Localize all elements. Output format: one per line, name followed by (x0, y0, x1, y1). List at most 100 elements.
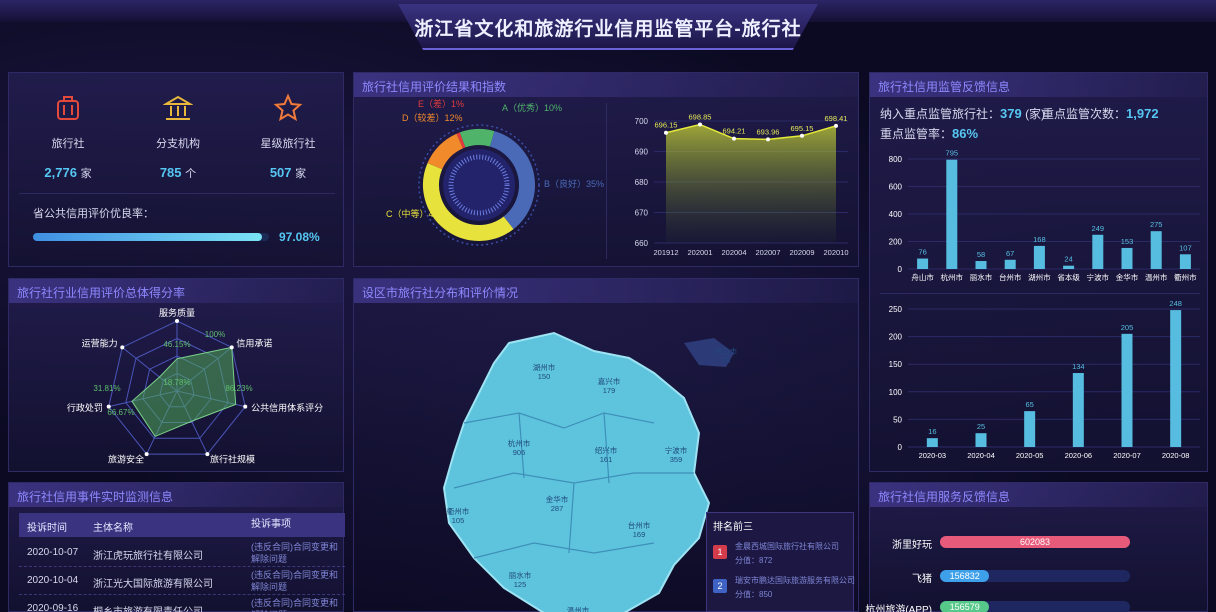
bar[interactable] (1024, 411, 1036, 447)
x-tick-label: 2020-07 (1113, 451, 1141, 460)
panel-title: 旅行社信用服务反馈信息 (870, 483, 1207, 507)
radar-value-label: 86.23% (225, 384, 252, 393)
donut-slice[interactable] (456, 132, 466, 149)
y-tick-label: 680 (635, 178, 649, 187)
stat-value: 785 个 (159, 165, 197, 180)
event-issue: (违反合同)合同变更和解除问题 (251, 542, 338, 564)
radar-value-label: 66.67% (107, 408, 134, 417)
bar[interactable] (1170, 310, 1182, 447)
rank-number: 2 (713, 579, 727, 593)
map-city-label[interactable]: 宁波市 359 (656, 446, 696, 464)
radar-axis-label: 信用承诺 (236, 338, 272, 349)
bar[interactable] (1150, 231, 1162, 269)
donut-label: A（优秀）10% (502, 102, 562, 113)
bar-value-label: 275 (1150, 220, 1163, 229)
rating-donut-chart: A（优秀）10% B（良好）35% C（中等）42% D（较差）12% E（差）1% (386, 99, 604, 246)
data-point (766, 137, 770, 142)
bar[interactable] (1092, 234, 1104, 269)
service-bar-fill: 156579 (940, 601, 990, 612)
table-row[interactable]: 2020-09-16 桐乡市旅游有限责任公司 (违反合同)合同变更和解除问题 (19, 595, 345, 612)
radar-axis-dot (229, 345, 234, 350)
rank-top3-box: 排名前三 1 金晨西城国际旅行社有限公司 分值：872 2 瑞安市鹏达国际旅游服… (706, 512, 855, 612)
radar-axis-label: 公共信用体系评分 (251, 402, 323, 413)
city-count: 161 (599, 455, 613, 464)
column-header: 主体名称 (93, 523, 133, 534)
bar[interactable] (1179, 254, 1191, 269)
stat-value: 2,776 家 (44, 165, 92, 180)
y-tick-label: 400 (889, 210, 903, 219)
donut-label: E（差）1% (418, 99, 464, 109)
header: 浙江省文化和旅游行业信用监管平台-旅行社 (0, 0, 1216, 62)
y-tick-label: 670 (635, 209, 649, 218)
bar-value-label: 65 (1025, 400, 1033, 409)
kpi-monitor-count: 重点监管次数：1,972 (1042, 106, 1159, 121)
x-tick-label: 2020-05 (1016, 451, 1044, 460)
radar-value-label: 18.78% (163, 378, 190, 387)
x-tick-label: 台州市 (999, 272, 1022, 282)
radar-axis-dot (243, 404, 248, 409)
bar[interactable] (926, 438, 938, 447)
stat-value: 507 家 (269, 165, 307, 180)
map-city-label[interactable]: 温州市253 (558, 606, 598, 612)
y-tick-label: 50 (893, 415, 902, 424)
table-row[interactable]: 2020-10-04 浙江光大国际旅游有限公司 (违反合同)合同变更和解除问题 (19, 567, 345, 595)
radar-axis-dot (120, 345, 125, 350)
map-city-label[interactable]: 金华市 287 (537, 495, 577, 513)
monthly-bar-chart: 250 200 150 100 50 0 16 2020-03 25 2020-04 65 2020-… (889, 299, 1200, 460)
bar[interactable] (1033, 245, 1045, 269)
y-tick-label: 800 (889, 155, 903, 164)
bar[interactable] (975, 261, 987, 269)
city-name: 湖州市 (532, 363, 556, 372)
x-tick-label: 舟山市 (911, 272, 934, 282)
event-date: 2020-10-04 (27, 575, 79, 586)
line-area (666, 124, 836, 243)
city-count: 76 (721, 356, 731, 365)
bar[interactable] (1004, 259, 1016, 269)
x-tick-label: 2020-06 (1065, 451, 1093, 460)
x-tick-label: 202010 (823, 248, 848, 257)
event-date: 2020-10-07 (27, 547, 79, 558)
panel-title: 旅行社行业信用评价总体得分率 (9, 279, 343, 303)
data-point (800, 133, 804, 138)
bar[interactable] (1121, 247, 1133, 269)
city-name: 绍兴市 (594, 446, 618, 455)
city-count: 125 (513, 580, 527, 589)
map-city-label[interactable]: 嘉兴市 179 (589, 377, 629, 395)
y-tick-label: 0 (898, 265, 903, 274)
map-city-label[interactable]: 湖州市 150 (524, 363, 564, 381)
donut-slice[interactable] (459, 129, 495, 148)
table-header: 投诉时间 主体名称 投诉事项 (19, 513, 345, 537)
bar[interactable] (1072, 373, 1084, 447)
x-tick-label: 省本级 (1057, 272, 1080, 282)
bar[interactable] (975, 433, 987, 447)
data-label: 698.41 (825, 114, 848, 123)
map-city-label[interactable]: 绍兴市 161 (586, 446, 626, 464)
radar-value-label: 100% (205, 330, 225, 339)
y-tick-label: 200 (889, 333, 903, 342)
bar-value-label: 24 (1064, 255, 1072, 264)
table-row[interactable]: 2020-10-07 浙江虎玩旅行社有限公司 (违反合同)合同变更和解除问题 (19, 539, 345, 567)
bar-value-label: 153 (1121, 237, 1134, 246)
data-label: 696.15 (655, 121, 678, 130)
index-line-chart: 700 690 680 670 660 696.15 201912 698.85 202001 6… (635, 113, 849, 257)
bar[interactable] (946, 159, 958, 269)
map-city-label[interactable]: 舟山市 76 (706, 347, 746, 365)
bar-value-label: 25 (977, 422, 985, 431)
radar-series-area (131, 346, 237, 438)
data-label: 695.15 (791, 124, 814, 133)
data-label: 694.21 (723, 127, 746, 136)
map-city-label[interactable]: 丽水市 125 (500, 571, 540, 589)
map-city-label[interactable]: 杭州市 906 (499, 439, 539, 457)
donut-label: C（中等）42% (386, 208, 447, 219)
rate-value: 97.08% (279, 230, 320, 244)
service-bar-track: 156832 (940, 570, 1130, 582)
bar[interactable] (1121, 333, 1133, 447)
map-city-label[interactable]: 台州市 169 (619, 521, 659, 539)
map-city-label[interactable]: 衢州市 105 (438, 507, 478, 525)
bar[interactable] (917, 258, 929, 269)
event-date: 2020-09-16 (27, 603, 79, 612)
city-bar-chart: 800 600 400 200 0 76 舟山市 795 杭州市 58 丽水市 67 台州市 168 湖州市… (889, 149, 1200, 282)
y-tick-label: 200 (889, 238, 903, 247)
bar[interactable] (1063, 265, 1075, 269)
service-row: 飞猪 156832 (880, 568, 1200, 585)
